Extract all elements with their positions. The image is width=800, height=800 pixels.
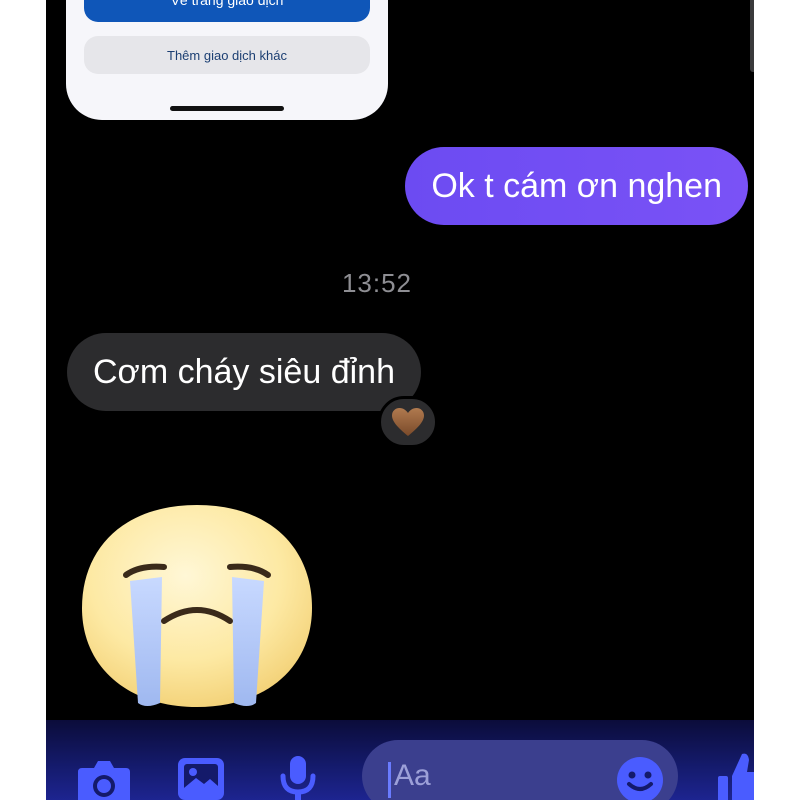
camera-icon[interactable] xyxy=(76,756,132,800)
emoji-icon[interactable] xyxy=(616,756,664,800)
chat-screen: Về trang giao dịch Thêm giao dịch khác O… xyxy=(46,0,754,800)
image-icon[interactable] xyxy=(176,756,226,800)
received-message-bubble[interactable]: Cơm cháy siêu đỉnh xyxy=(67,333,421,411)
partial-image-edge xyxy=(750,0,754,72)
crying-face-sticker[interactable] xyxy=(80,503,314,709)
brown-heart-icon xyxy=(392,408,424,436)
shared-screenshot-image[interactable]: Về trang giao dịch Thêm giao dịch khác xyxy=(66,0,388,120)
home-indicator xyxy=(170,106,284,111)
message-timestamp: 13:52 xyxy=(341,268,413,298)
add-transaction-button: Thêm giao dịch khác xyxy=(84,36,370,74)
sent-message-bubble[interactable]: Ok t cám ơn nghen xyxy=(405,147,748,225)
message-composer xyxy=(46,720,754,800)
crying-face-sticker-icon xyxy=(82,505,312,707)
back-to-transactions-button: Về trang giao dịch xyxy=(84,0,370,22)
microphone-icon[interactable] xyxy=(278,754,318,800)
thumbs-up-icon[interactable] xyxy=(718,750,754,800)
message-reaction[interactable] xyxy=(378,396,438,448)
